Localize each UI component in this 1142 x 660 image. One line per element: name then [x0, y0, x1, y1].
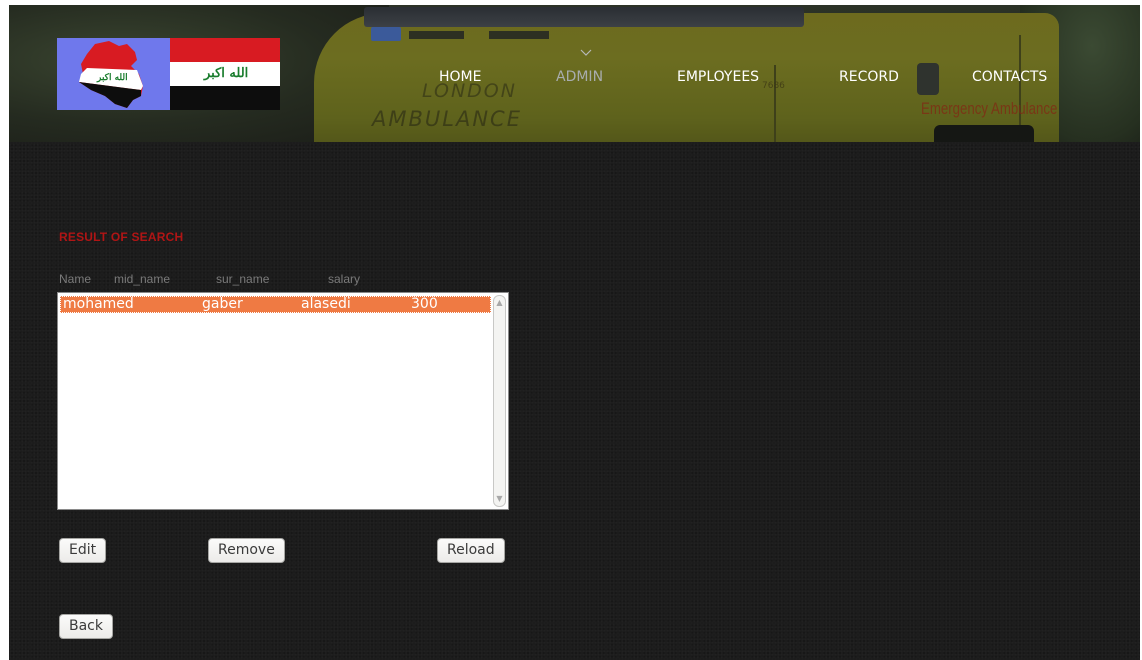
reload-button[interactable]: Reload [437, 538, 505, 563]
arrow-up-icon[interactable]: ▲ [495, 298, 504, 308]
list-item[interactable]: mohamed gaber alasedi 300 [60, 296, 491, 313]
back-button[interactable]: Back [59, 614, 113, 639]
search-results-list[interactable]: mohamed gaber alasedi 300 ▲ ▼ [57, 292, 509, 510]
nav-contacts[interactable]: CONTACTS [972, 69, 1047, 85]
column-header-mid-name: mid_name [114, 272, 171, 286]
page: 7686 LONDON AMBULANCE Emergency Ambulanc… [9, 5, 1140, 660]
nav-admin[interactable]: ADMIN [556, 69, 603, 85]
nav-home[interactable]: HOME [439, 69, 481, 85]
edit-button[interactable]: Edit [59, 538, 107, 563]
nav-record[interactable]: RECORD [839, 69, 899, 85]
main-nav: HOME ADMIN EMPLOYEES RECORD CONTACTS [9, 5, 1140, 142]
list-scrollbar[interactable]: ▲ ▼ [493, 295, 506, 507]
nav-employees[interactable]: EMPLOYEES [677, 69, 759, 85]
remove-button[interactable]: Remove [208, 538, 285, 563]
chevron-down-icon [580, 49, 592, 56]
header-banner: 7686 LONDON AMBULANCE Emergency Ambulanc… [9, 5, 1140, 142]
column-header-sur-name: sur_name [216, 272, 270, 286]
arrow-down-icon[interactable]: ▼ [495, 494, 504, 504]
row-name: mohamed [63, 296, 134, 312]
row-mid-name: gaber [202, 296, 243, 312]
column-header-name: Name [59, 272, 92, 286]
result-title: RESULT OF SEARCH [59, 230, 184, 244]
row-salary: 300 [411, 296, 438, 312]
column-header-salary: salary [328, 272, 361, 286]
row-sur-name: alasedi [301, 296, 351, 312]
